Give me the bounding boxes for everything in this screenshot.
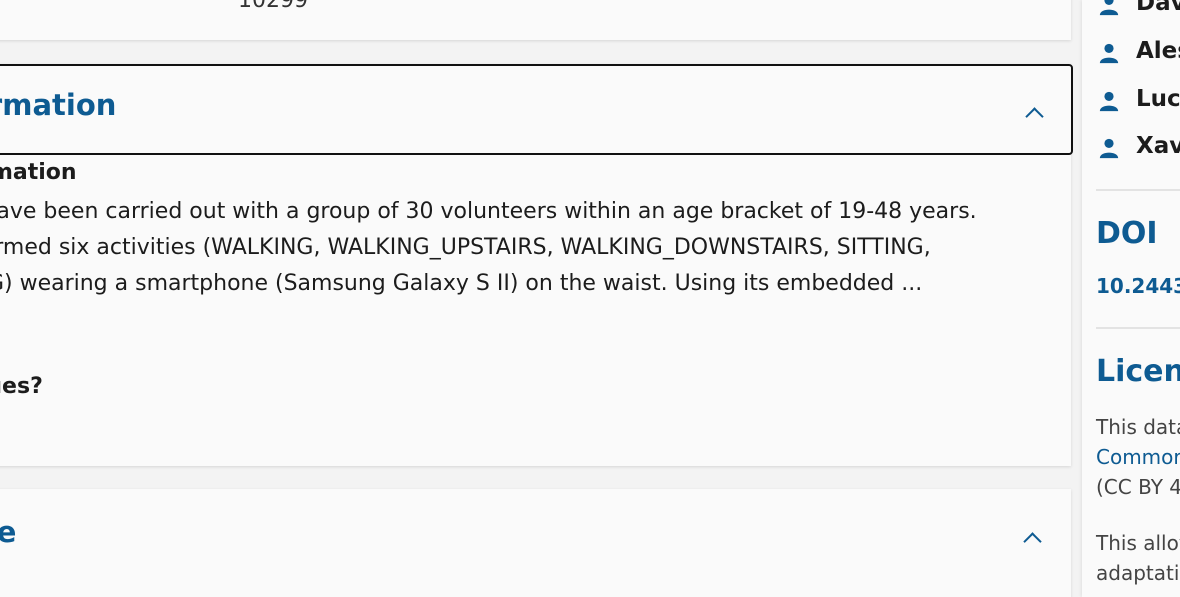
additional-information-card: ormation ormation s have been carried ou…: [0, 64, 1073, 466]
doi-heading: DOI: [1096, 216, 1158, 251]
section-title: ble: [0, 515, 17, 549]
license-text: This data: [1096, 415, 1180, 439]
subheading-additional-information: ormation: [0, 160, 77, 185]
author-name: Xav: [1136, 133, 1180, 159]
additional-information-header[interactable]: ormation: [0, 64, 1073, 155]
page: 10299 ormation ormation s have been carr…: [0, 0, 1180, 597]
description-line: s have been carried out with a group of …: [0, 199, 977, 224]
license-heading: Licens: [1096, 354, 1180, 389]
variables-table-card[interactable]: ble: [0, 489, 1071, 597]
license-link[interactable]: Commor: [1096, 445, 1180, 469]
divider: [1096, 327, 1180, 329]
license-text: adaptatio: [1096, 561, 1180, 585]
sidebar: Dav Ales Luca Xav DOI 10.2443: [1082, 0, 1180, 597]
divider: [1096, 189, 1180, 191]
summary-card: 10299: [0, 0, 1071, 40]
description-line: ING) wearing a smartphone (Samsung Galax…: [0, 271, 923, 296]
section-title: ormation: [0, 88, 117, 122]
chevron-up-icon[interactable]: [1025, 107, 1044, 126]
author-name: Luca: [1136, 86, 1180, 112]
description-line: rformed six activities (WALKING, WALKING…: [0, 235, 931, 260]
person-icon: [1099, 91, 1119, 112]
person-icon: [1099, 0, 1119, 16]
dataset-description: s have been carried out with a group of …: [0, 194, 1044, 302]
doi-link[interactable]: 10.2443: [1096, 274, 1180, 298]
instances-value: 10299: [238, 0, 308, 13]
missing-values-question: alues?: [0, 374, 43, 399]
author-name: Ales: [1136, 38, 1180, 64]
license-text: This allov: [1096, 531, 1180, 555]
chevron-up-icon[interactable]: [1023, 532, 1042, 551]
license-text: (CC BY 4: [1096, 475, 1180, 499]
author-name: Dav: [1136, 0, 1180, 16]
person-icon: [1099, 138, 1119, 159]
person-icon: [1099, 43, 1119, 64]
